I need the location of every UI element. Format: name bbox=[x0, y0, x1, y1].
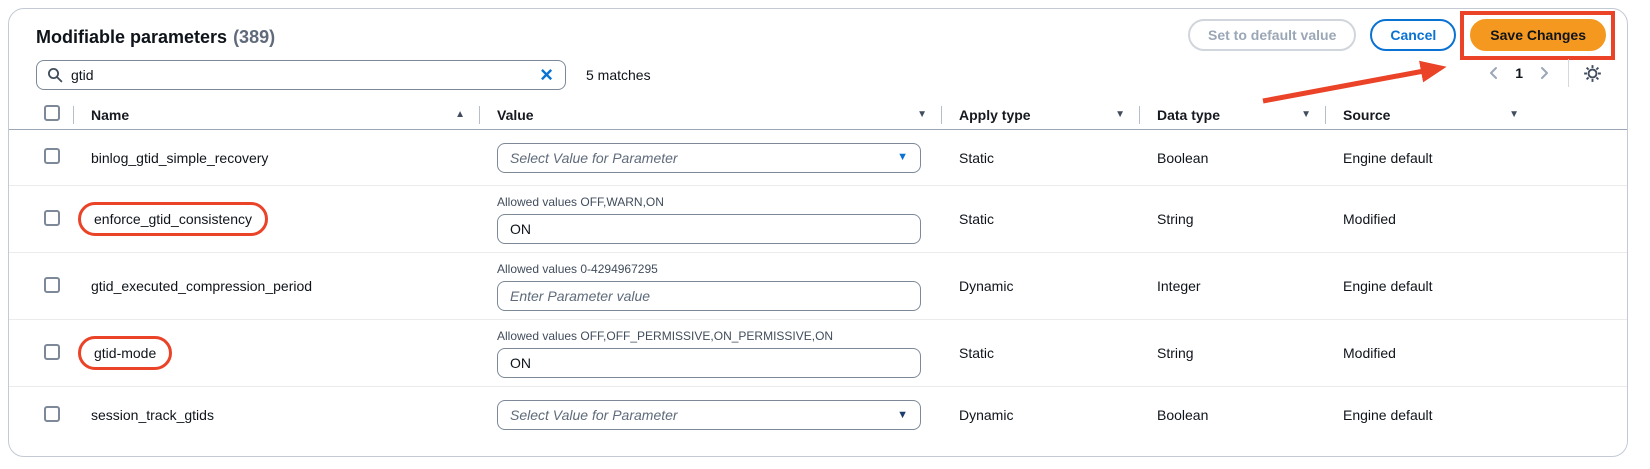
table-header-row: Name ▲ Value ▼ Apply type ▼ Data type ▼ … bbox=[9, 100, 1627, 130]
column-header-name[interactable]: Name ▲ bbox=[73, 100, 479, 129]
modifiable-parameters-panel: Modifiable parameters (389) Set to defaul… bbox=[8, 8, 1628, 457]
caret-down-icon: ▼ bbox=[897, 410, 908, 421]
search-input[interactable] bbox=[71, 67, 538, 83]
row-checkbox[interactable] bbox=[44, 210, 60, 226]
row-checkbox[interactable] bbox=[44, 148, 60, 164]
source-cell: Engine default bbox=[1325, 150, 1607, 166]
save-changes-button[interactable]: Save Changes bbox=[1470, 19, 1606, 51]
previous-page-button[interactable] bbox=[1480, 62, 1507, 84]
value-select[interactable]: Select Value for Parameter ▼ bbox=[497, 400, 921, 430]
sort-ascending-icon[interactable]: ▲ bbox=[455, 109, 465, 120]
toolbar-divider bbox=[1568, 59, 1569, 87]
apply-type-cell: Static bbox=[941, 345, 1139, 361]
apply-type-cell: Static bbox=[941, 150, 1139, 166]
page-title: Modifiable parameters bbox=[36, 27, 227, 48]
source-cell: Modified bbox=[1325, 211, 1607, 227]
parameter-name: gtid_executed_compression_period bbox=[91, 278, 312, 294]
parameter-count: (389) bbox=[233, 27, 275, 47]
set-to-default-button[interactable]: Set to default value bbox=[1188, 19, 1356, 51]
value-select[interactable]: Select Value for Parameter ▼ bbox=[497, 143, 921, 173]
data-type-cell: String bbox=[1139, 211, 1325, 227]
source-cell: Engine default bbox=[1325, 278, 1607, 294]
column-header-source[interactable]: Source ▼ bbox=[1325, 100, 1607, 129]
data-type-cell: Boolean bbox=[1139, 407, 1325, 423]
select-all-checkbox[interactable] bbox=[44, 105, 60, 121]
table-row: gtid_executed_compression_period Allowed… bbox=[9, 253, 1627, 320]
column-header-data-type[interactable]: Data type ▼ bbox=[1139, 100, 1325, 129]
data-type-cell: Integer bbox=[1139, 278, 1325, 294]
value-input[interactable] bbox=[497, 348, 921, 378]
search-box[interactable]: × bbox=[36, 60, 566, 90]
filter-icon[interactable]: ▼ bbox=[1509, 109, 1519, 120]
table-row: session_track_gtids Select Value for Par… bbox=[9, 387, 1627, 443]
source-cell: Engine default bbox=[1325, 407, 1607, 423]
table-row: enforce_gtid_consistency Allowed values … bbox=[9, 186, 1627, 253]
row-checkbox[interactable] bbox=[44, 277, 60, 293]
preferences-gear-icon[interactable] bbox=[1579, 62, 1606, 85]
table-row: binlog_gtid_simple_recovery Select Value… bbox=[9, 130, 1627, 186]
data-type-cell: String bbox=[1139, 345, 1325, 361]
caret-down-icon: ▼ bbox=[897, 152, 908, 163]
apply-type-cell: Dynamic bbox=[941, 407, 1139, 423]
allowed-values-label: Allowed values 0-4294967295 bbox=[497, 262, 941, 276]
apply-type-cell: Static bbox=[941, 211, 1139, 227]
header-actions: Set to default value Cancel Save Changes bbox=[1188, 19, 1606, 51]
filter-icon[interactable]: ▼ bbox=[1301, 109, 1311, 120]
apply-type-cell: Dynamic bbox=[941, 278, 1139, 294]
select-placeholder: Select Value for Parameter bbox=[510, 150, 678, 166]
pagination: 1 bbox=[1480, 58, 1606, 88]
search-icon bbox=[47, 67, 63, 83]
filter-icon[interactable]: ▼ bbox=[917, 109, 927, 120]
column-header-apply-type[interactable]: Apply type ▼ bbox=[941, 100, 1139, 129]
parameter-name-annotated: enforce_gtid_consistency bbox=[78, 202, 268, 236]
parameter-name: session_track_gtids bbox=[91, 407, 214, 423]
allowed-values-label: Allowed values OFF,WARN,ON bbox=[497, 195, 941, 209]
value-input[interactable] bbox=[497, 281, 921, 311]
current-page-number[interactable]: 1 bbox=[1507, 65, 1531, 81]
next-page-button[interactable] bbox=[1531, 62, 1558, 84]
row-checkbox[interactable] bbox=[44, 344, 60, 360]
cancel-button[interactable]: Cancel bbox=[1370, 19, 1456, 51]
clear-search-icon[interactable]: × bbox=[538, 64, 555, 86]
data-type-cell: Boolean bbox=[1139, 150, 1325, 166]
row-checkbox[interactable] bbox=[44, 406, 60, 422]
panel-header: Modifiable parameters (389) Set to defaul… bbox=[9, 9, 1627, 51]
parameter-name-annotated: gtid-mode bbox=[78, 336, 172, 370]
value-input[interactable] bbox=[497, 214, 921, 244]
match-count: 5 matches bbox=[586, 67, 651, 83]
table-row: gtid-mode Allowed values OFF,OFF_PERMISS… bbox=[9, 320, 1627, 387]
parameters-table: Name ▲ Value ▼ Apply type ▼ Data type ▼ … bbox=[9, 100, 1627, 443]
parameter-name: binlog_gtid_simple_recovery bbox=[91, 150, 268, 166]
allowed-values-label: Allowed values OFF,OFF_PERMISSIVE,ON_PER… bbox=[497, 329, 941, 343]
source-cell: Modified bbox=[1325, 345, 1607, 361]
table-toolbar: × 5 matches 1 bbox=[9, 51, 1627, 91]
column-header-value[interactable]: Value ▼ bbox=[479, 100, 941, 129]
select-placeholder: Select Value for Parameter bbox=[510, 407, 678, 423]
filter-icon[interactable]: ▼ bbox=[1115, 109, 1125, 120]
